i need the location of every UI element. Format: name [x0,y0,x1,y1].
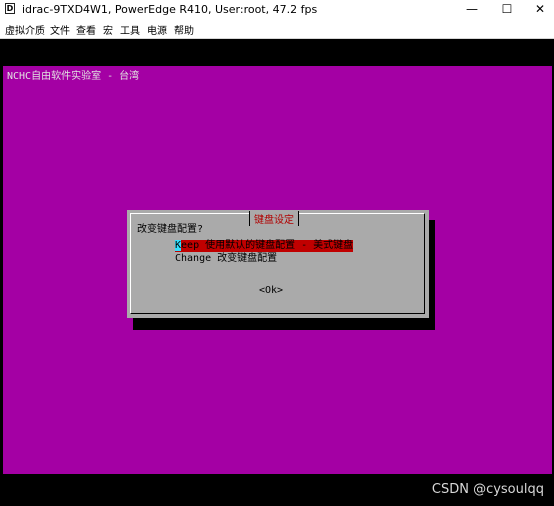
option-keep[interactable]: Keep 使用默认的键盘配置 - 美式键盘 [175,240,354,252]
minimize-button[interactable]: — [457,0,487,19]
dialog-question: 改变键盘配置? [137,224,204,235]
option-keep-label: eep 使用默认的键盘配置 - 美式键盘 [181,240,354,251]
menu-file[interactable]: 文件 [50,22,70,37]
option-change[interactable]: Change 改变键盘配置 [175,253,277,265]
menu-macro[interactable]: 宏 [103,22,113,37]
close-button[interactable]: ✕ [525,0,554,19]
window-title: idrac-9TXD4W1, PowerEdge R410, User:root… [22,3,318,16]
console-app-icon: D [5,3,15,14]
watermark: CSDN @cysoulqq [431,482,544,497]
menu-tools[interactable]: 工具 [120,22,140,37]
menu-power[interactable]: 电源 [147,22,167,37]
console-backtitle: NCHC自由软件实验室 - 台湾 [7,71,140,82]
keyboard-config-dialog: 键盘设定 改变键盘配置? Keep 使用默认的键盘配置 - 美式键盘 Chang… [127,210,429,318]
window-titlebar: D idrac-9TXD4W1, PowerEdge R410, User:ro… [0,0,554,19]
menu-virtual-media[interactable]: 虚拟介质 [5,22,45,37]
menubar: 虚拟介质 文件 查看 宏 工具 电源 帮助 [0,19,554,39]
dialog-title: 键盘设定 [249,211,299,226]
remote-console-screen[interactable]: NCHC自由软件实验室 - 台湾 键盘设定 改变键盘配置? Keep 使用默认的… [3,66,552,474]
ok-button[interactable]: <Ok> [259,285,283,296]
maximize-button[interactable]: ☐ [492,0,522,19]
bottom-strip: CSDN @cysoulqq [0,474,554,506]
menu-help[interactable]: 帮助 [174,22,194,37]
menu-view[interactable]: 查看 [76,22,96,37]
